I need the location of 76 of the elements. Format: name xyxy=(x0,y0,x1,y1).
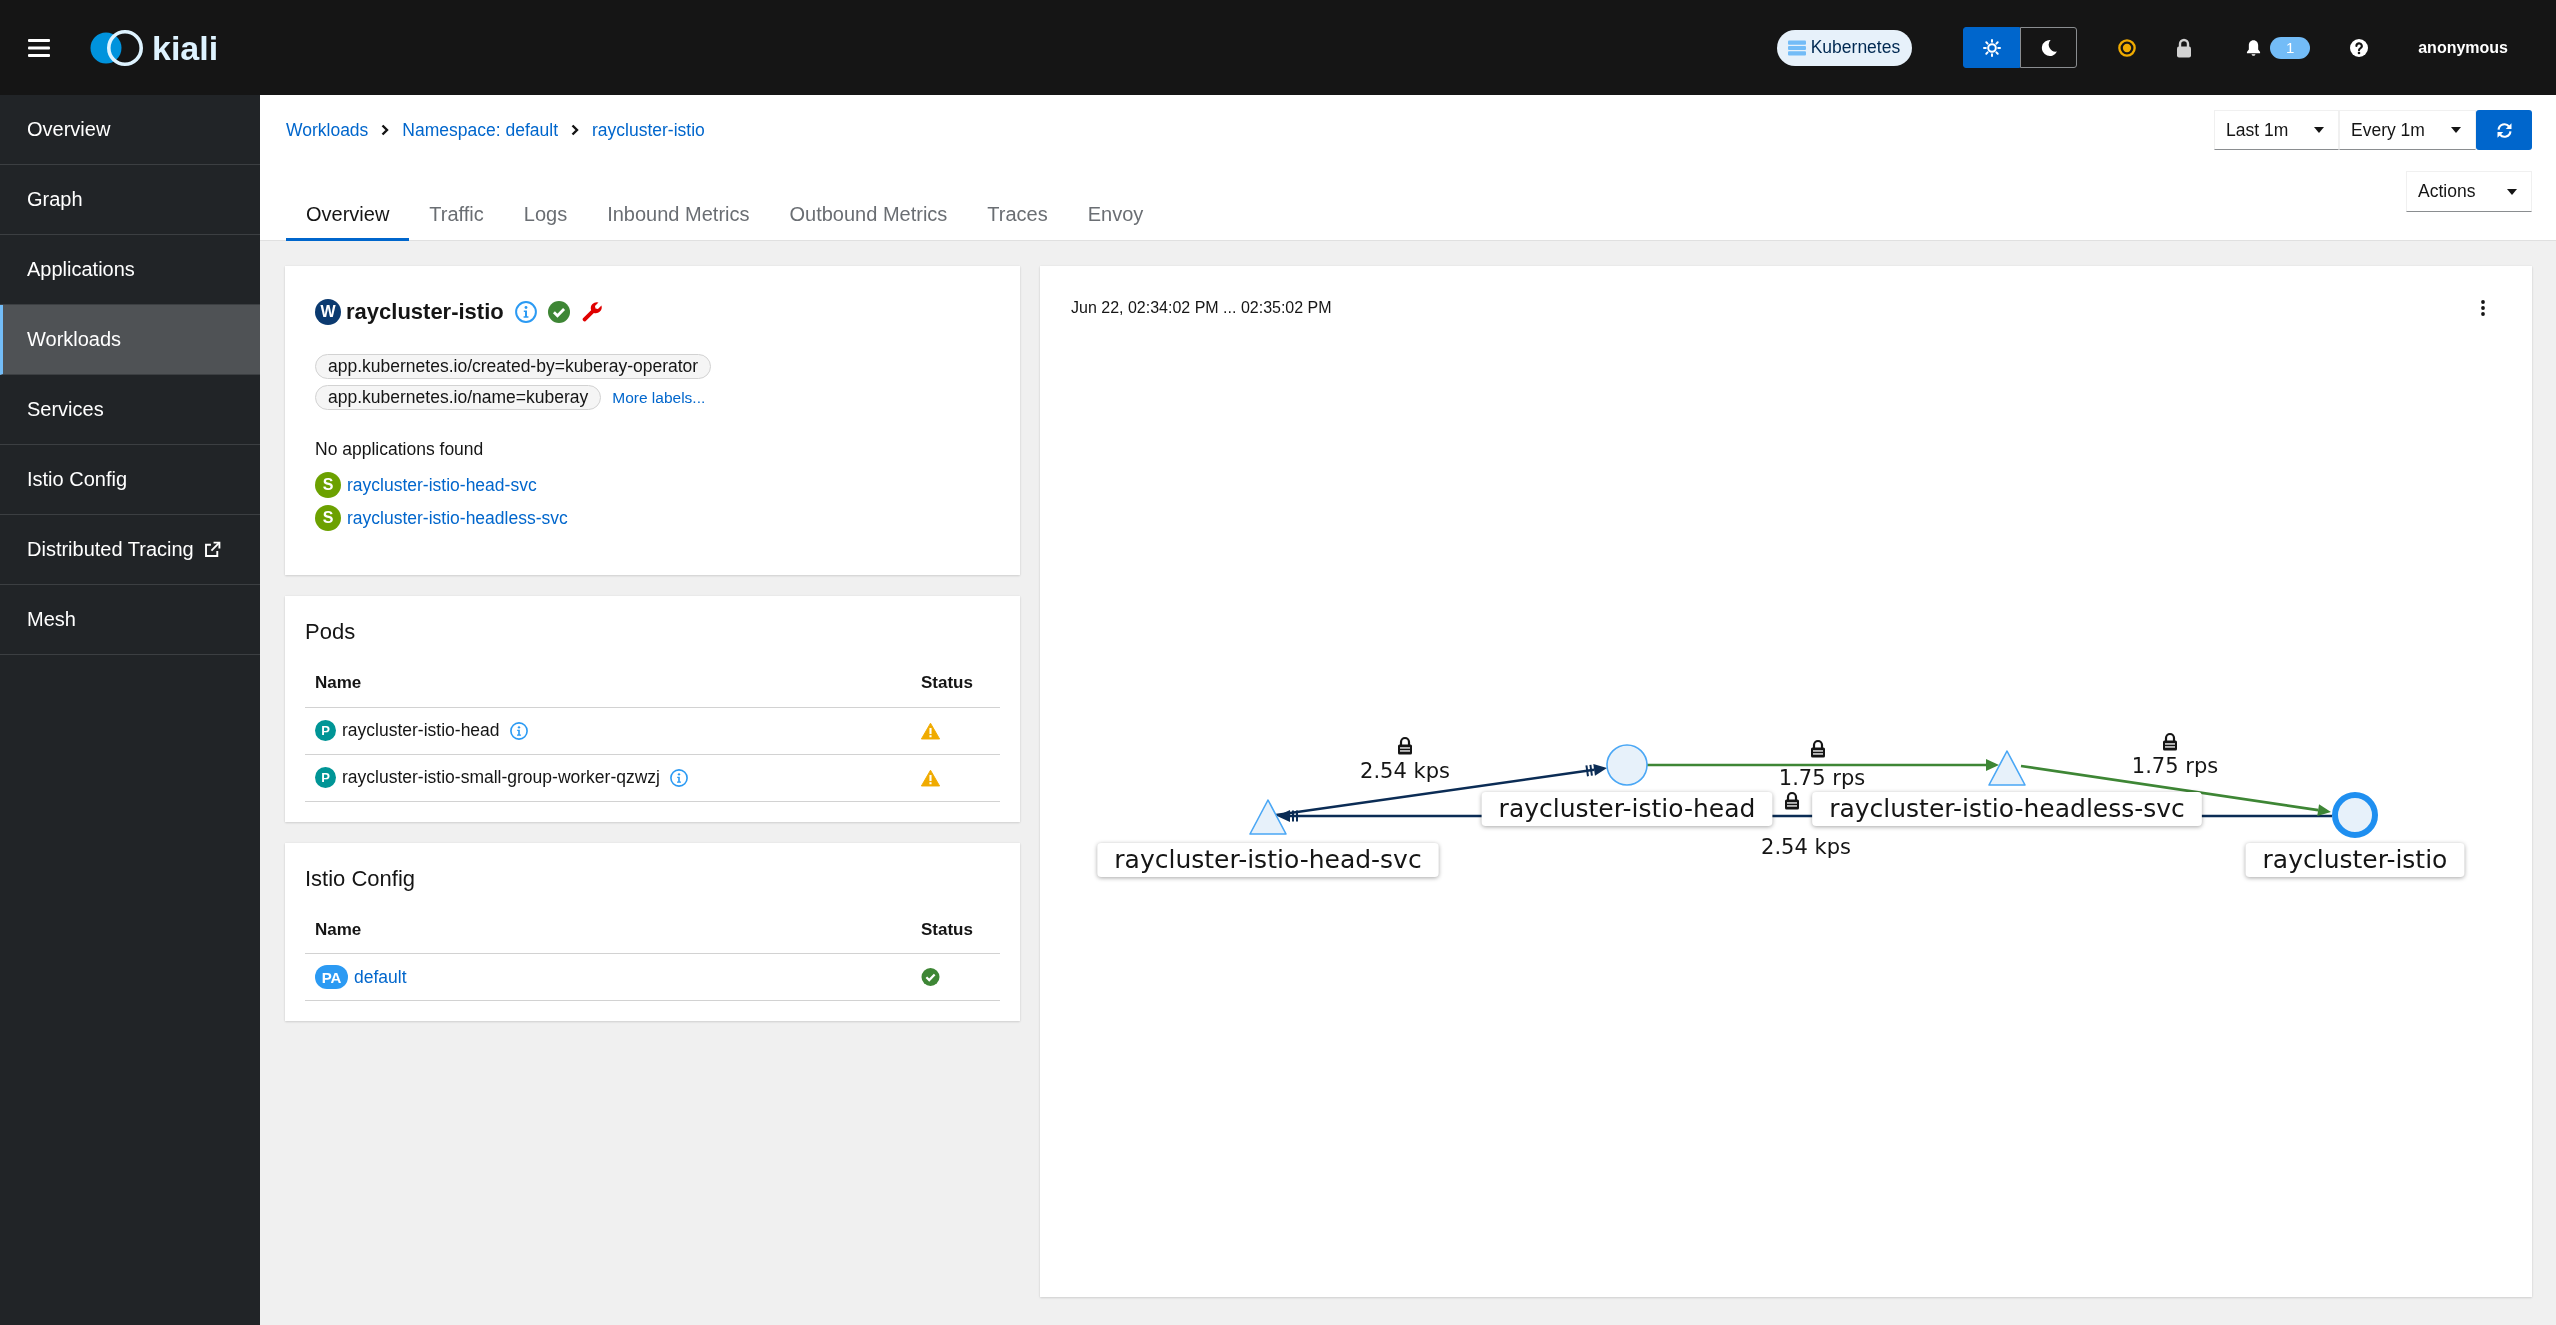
refresh-interval-dropdown[interactable]: Every 1m xyxy=(2339,110,2476,150)
time-range-text: Jun 22, 02:34:02 PM ... 02:35:02 PM xyxy=(1071,298,1332,318)
light-mode-button[interactable] xyxy=(1963,27,2021,68)
config-link[interactable]: default xyxy=(354,966,407,988)
edge-label: 1.75 rps xyxy=(1778,766,1866,790)
graph-node[interactable] xyxy=(2332,792,2378,838)
cluster-name: Kubernetes xyxy=(1810,37,1901,58)
sun-icon xyxy=(1982,38,2001,57)
caret-icon xyxy=(2314,127,2324,133)
column-header: Status xyxy=(921,673,973,693)
service-link[interactable]: raycluster-istio-headless-svc xyxy=(347,507,568,529)
service-badge: S xyxy=(315,505,341,531)
refresh-button[interactable] xyxy=(2476,110,2532,150)
tab[interactable]: Traffic xyxy=(409,189,504,241)
graph-node[interactable] xyxy=(1249,799,1287,835)
applications-text: No applications found xyxy=(315,439,485,459)
node-label: raycluster-istio-head-svc xyxy=(1114,845,1422,874)
lock-icon xyxy=(2176,37,2193,58)
info-icon[interactable] xyxy=(670,768,688,787)
user-menu[interactable]: anonymous xyxy=(2418,38,2508,57)
duration-dropdown[interactable]: Last 1m xyxy=(2214,110,2339,150)
column-header: Name xyxy=(315,673,362,693)
tab[interactable]: Logs xyxy=(503,189,588,241)
nav-item[interactable]: Istio Config xyxy=(0,445,260,515)
card-title: Istio Config xyxy=(305,864,417,892)
nav-item[interactable]: Distributed Tracing xyxy=(0,515,260,585)
kebab-icon[interactable] xyxy=(2481,300,2485,316)
caret-icon xyxy=(2507,188,2517,195)
pod-badge: P xyxy=(315,720,336,741)
workload-badge: W xyxy=(315,299,341,325)
bell-icon[interactable] xyxy=(2245,38,2263,57)
info-icon[interactable] xyxy=(514,301,537,323)
chevron-icon xyxy=(571,124,579,136)
help-icon[interactable] xyxy=(2350,38,2369,57)
wrench-icon xyxy=(580,301,603,323)
graph-node[interactable] xyxy=(1606,744,1648,786)
column-header: Name xyxy=(315,919,362,939)
moon-icon xyxy=(2039,38,2058,57)
node-label: raycluster-istio xyxy=(2262,845,2448,874)
caret-icon xyxy=(2451,127,2461,133)
tab[interactable]: Envoy xyxy=(1067,189,1164,241)
dark-mode-button[interactable] xyxy=(2020,27,2078,68)
tab[interactable]: Inbound Metrics xyxy=(587,189,770,241)
notification-count: 1 xyxy=(2270,36,2311,59)
actions-dropdown[interactable]: Actions xyxy=(2406,171,2532,212)
pod-name: raycluster-istio-small-group-worker-qzwzj xyxy=(342,767,660,788)
label-chip: app.kubernetes.io/name=kuberay xyxy=(315,385,602,410)
card-title: Pods xyxy=(305,618,357,645)
service-badge: S xyxy=(315,472,341,498)
nav-item[interactable]: Services xyxy=(0,375,260,445)
logo-icon xyxy=(88,27,144,68)
edge-label: 2.54 kps xyxy=(1761,835,1851,859)
more-labels-link[interactable]: More labels... xyxy=(612,388,706,407)
pod-badge: P xyxy=(315,767,336,788)
chevron-icon xyxy=(381,124,390,136)
graph-node[interactable] xyxy=(1988,750,2026,786)
breadcrumb-link[interactable]: raycluster-istio xyxy=(592,119,705,141)
tab[interactable]: Overview xyxy=(286,189,410,241)
nav-item[interactable]: Mesh xyxy=(0,585,260,655)
menu-icon[interactable] xyxy=(28,37,50,58)
info-icon[interactable] xyxy=(509,721,528,740)
ring-icon xyxy=(2118,38,2137,57)
service-link[interactable]: raycluster-istio-head-svc xyxy=(347,474,537,496)
tab[interactable]: Outbound Metrics xyxy=(769,189,968,241)
nav-item[interactable]: Workloads xyxy=(0,305,260,375)
config-badge: PA xyxy=(315,965,348,989)
workload-title: raycluster-istio xyxy=(346,298,504,326)
tab[interactable]: Traces xyxy=(967,189,1068,241)
pod-name: raycluster-istio-head xyxy=(342,720,500,741)
label-chip: app.kubernetes.io/created-by=kuberay-operator xyxy=(315,354,712,379)
column-header: Status xyxy=(921,919,973,939)
logo-text: kiali xyxy=(152,27,219,68)
refresh-icon xyxy=(2495,121,2513,139)
breadcrumb-link[interactable]: Namespace: default xyxy=(402,119,558,141)
server-icon xyxy=(1787,39,1806,56)
breadcrumb-link[interactable]: Workloads xyxy=(286,119,369,141)
